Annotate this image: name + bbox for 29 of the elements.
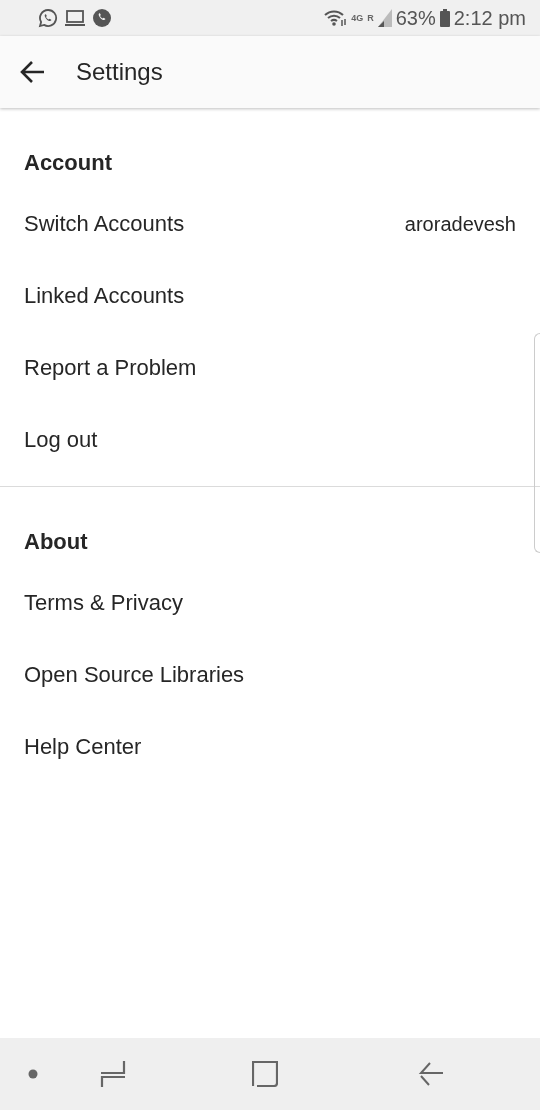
settings-item[interactable]: Help Center	[0, 711, 540, 783]
recent-apps-icon	[100, 1060, 126, 1088]
home-button[interactable]	[252, 1061, 278, 1087]
settings-item[interactable]: Open Source Libraries	[0, 639, 540, 711]
battery-icon	[439, 9, 450, 27]
recent-apps-button[interactable]	[100, 1060, 126, 1088]
settings-item[interactable]: Terms & Privacy	[0, 567, 540, 639]
settings-item[interactable]: Log out	[0, 404, 540, 476]
back-nav-icon	[418, 1061, 444, 1087]
phone-icon	[92, 8, 112, 28]
dot-icon	[28, 1069, 38, 1079]
account-username: aroradevesh	[404, 212, 516, 236]
settings-item[interactable]: Report a Problem	[0, 332, 540, 404]
back-arrow-icon	[20, 60, 46, 84]
roaming-indicator: R	[367, 13, 374, 23]
section-heading: Account	[23, 149, 113, 177]
settings-item[interactable]: Linked Accounts	[0, 260, 540, 332]
settings-item[interactable]: Switch Accounts aroradevesh	[0, 188, 540, 260]
whatsapp-icon	[38, 8, 58, 28]
back-nav-button[interactable]	[418, 1061, 444, 1087]
home-icon	[252, 1061, 278, 1087]
wifi-icon	[323, 9, 348, 27]
section-heading: About	[23, 528, 89, 556]
battery-percentage: 63%	[395, 6, 436, 30]
laptop-icon	[64, 9, 86, 27]
signal-icon	[377, 9, 392, 27]
clock-time: 2:12 pm	[453, 6, 526, 30]
network-type: 4G	[351, 13, 364, 23]
screen-title: Settings	[76, 58, 163, 86]
